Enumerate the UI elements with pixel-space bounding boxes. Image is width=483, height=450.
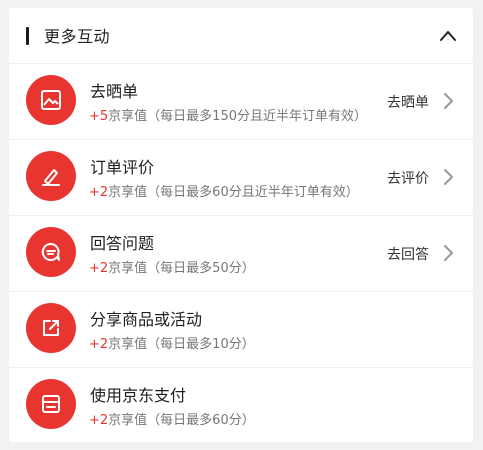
task-reward: +2京享值（每日最多60分且近半年订单有效） (89, 181, 359, 200)
go-review-button[interactable]: 去评价 (387, 168, 429, 188)
chevron-right-icon[interactable] (441, 167, 455, 187)
task-name: 使用京东支付 (90, 386, 187, 405)
section-header[interactable]: 更多互动 (9, 8, 473, 63)
reward-desc: 京享值（每日最多10分） (108, 337, 255, 352)
share-icon (26, 303, 76, 353)
section-title: 更多互动 (44, 27, 111, 46)
reward-points: +2 (89, 185, 109, 200)
task-row-jd-pay[interactable]: 使用京东支付 +2京享值（每日最多60分） (9, 367, 473, 443)
task-reward: +2京享值（每日最多50分） (89, 257, 255, 276)
chat-bubble-icon (26, 227, 76, 277)
image-icon (26, 75, 76, 125)
divider (9, 291, 473, 292)
go-show-order-button[interactable]: 去晒单 (387, 92, 429, 112)
chevron-right-icon[interactable] (441, 243, 455, 263)
reward-desc: 京享值（每日最多60分） (108, 413, 255, 428)
reward-desc: 京享值（每日最多50分） (108, 261, 255, 276)
divider (9, 367, 473, 368)
reward-points: +2 (89, 413, 109, 428)
task-name: 分享商品或活动 (90, 310, 203, 329)
task-row-answer-question[interactable]: 回答问题 +2京享值（每日最多50分） 去回答 (9, 215, 473, 291)
divider (9, 215, 473, 216)
task-reward: +2京享值（每日最多10分） (89, 333, 255, 352)
card-icon (26, 379, 76, 429)
reward-desc: 京享值（每日最多150分且近半年订单有效） (108, 109, 367, 124)
section-marker (26, 27, 29, 45)
reward-points: +5 (89, 109, 109, 124)
task-name: 去晒单 (90, 82, 139, 101)
reward-points: +2 (89, 337, 109, 352)
task-reward: +2京享值（每日最多60分） (89, 409, 255, 428)
task-name: 订单评价 (90, 158, 155, 177)
task-reward: +5京享值（每日最多150分且近半年订单有效） (89, 105, 367, 124)
reward-points: +2 (89, 261, 109, 276)
task-row-show-order[interactable]: 去晒单 +5京享值（每日最多150分且近半年订单有效） 去晒单 (9, 63, 473, 139)
task-row-share[interactable]: 分享商品或活动 +2京享值（每日最多10分） (9, 291, 473, 367)
chevron-right-icon[interactable] (441, 91, 455, 111)
reward-desc: 京享值（每日最多60分且近半年订单有效） (108, 185, 359, 200)
task-row-order-review[interactable]: 订单评价 +2京享值（每日最多60分且近半年订单有效） 去评价 (9, 139, 473, 215)
go-answer-button[interactable]: 去回答 (387, 244, 429, 264)
task-name: 回答问题 (90, 234, 155, 253)
divider (9, 63, 473, 64)
divider (9, 139, 473, 140)
pen-icon (26, 151, 76, 201)
more-interactions-card: 更多互动 去晒单 +5京享值（每日最多150分且近半年订单有效） 去晒单 订单评… (9, 8, 473, 442)
chevron-up-icon[interactable] (438, 26, 458, 46)
